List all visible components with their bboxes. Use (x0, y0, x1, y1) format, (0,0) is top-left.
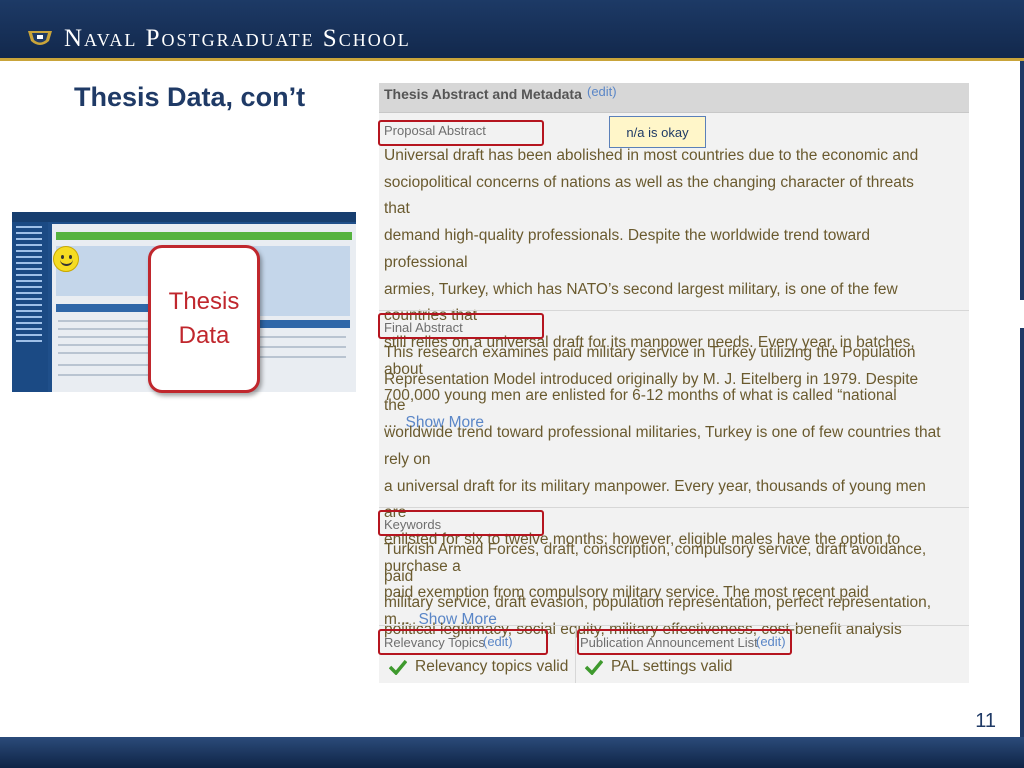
pal-status-text: PAL settings valid (611, 658, 733, 675)
right-edge-bar (1020, 61, 1024, 737)
checkmark-icon (389, 659, 407, 675)
school-name: Naval Postgraduate School (64, 25, 411, 52)
section-divider (379, 507, 969, 508)
section-divider (379, 625, 969, 626)
slide-number: 11 (975, 710, 996, 732)
thumbnail-sidebar (12, 222, 48, 392)
right-edge-notch (1020, 300, 1024, 328)
section-divider (379, 310, 969, 311)
checkmark-icon (585, 659, 603, 675)
nps-logo-icon (28, 31, 52, 45)
relevancy-topics-highlight (378, 629, 548, 655)
proposal-abstract-highlight (378, 120, 544, 146)
keywords-text: Turkish Armed Forces, draft, conscriptio… (384, 541, 932, 639)
relevancy-status-text: Relevancy topics valid (415, 658, 569, 675)
footer-bar (0, 737, 1024, 768)
panel-header: Thesis Abstract and Metadata (edit) (379, 83, 969, 113)
header-gold-rule (0, 58, 1024, 61)
panel-edit-link[interactable]: (edit) (587, 84, 617, 99)
na-is-okay-note: n/a is okay (609, 116, 706, 148)
keywords-highlight (378, 510, 544, 536)
smiley-face-icon (53, 246, 79, 272)
thesis-abstract-panel: Thesis Abstract and Metadata (edit) Prop… (379, 83, 969, 683)
relevancy-status: Relevancy topics valid (389, 658, 568, 676)
pal-status: PAL settings valid (585, 658, 732, 676)
thumbnail-header (12, 212, 356, 222)
slide-title: Thesis Data, con’t (74, 82, 306, 112)
column-separator (575, 628, 576, 683)
thesis-data-callout: Thesis Data (148, 245, 260, 393)
final-abstract-highlight (378, 313, 544, 339)
thesis-data-label: Thesis Data (168, 288, 240, 349)
panel-title: Thesis Abstract and Metadata (384, 86, 582, 102)
pal-highlight (577, 629, 792, 655)
